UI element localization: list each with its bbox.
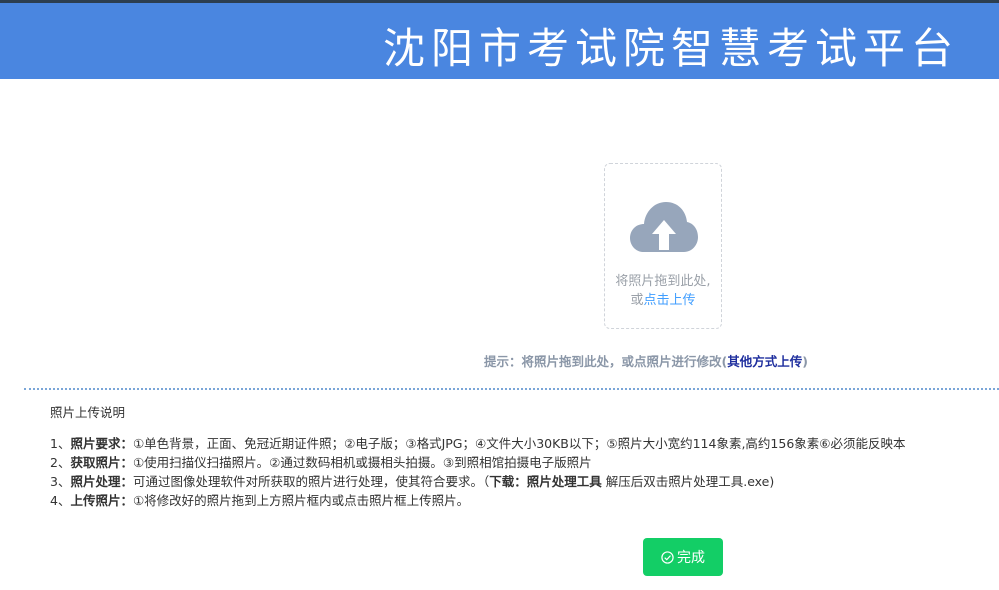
item-label: 上传照片： (70, 493, 133, 508)
item-number: 1、 (50, 436, 71, 451)
finish-button[interactable]: 完成 (643, 538, 723, 576)
item-text: 可通过图像处理软件对所获取的照片进行处理，使其符合要求。（ (132, 474, 490, 489)
item-label: 照片处理： (70, 474, 133, 489)
section-divider (24, 388, 999, 390)
instruction-item: 2、获取照片：①使用扫描仪扫描照片。②通过数码相机或摄相头拍摄。③到照相馆拍摄电… (50, 453, 906, 472)
item-number: 2、 (50, 455, 71, 470)
cloud-upload-icon (630, 202, 698, 252)
click-upload-link[interactable]: 点击上传 (644, 293, 696, 308)
item-text: ①使用扫描仪扫描照片。②通过数码相机或摄相头拍摄。③到照相馆拍摄电子版照片 (132, 455, 592, 470)
instruction-item: 3、照片处理：可通过图像处理软件对所获取的照片进行处理，使其符合要求。（下载：照… (50, 472, 906, 491)
drop-instructions: 将照片拖到此处, 或点击上传 (605, 272, 721, 310)
upload-hint: 提示：将照片拖到此处，或点照片进行修改(其他方式上传) (484, 351, 808, 370)
drop-text-line1: 将照片拖到此处, (615, 274, 711, 289)
item-number: 3、 (50, 474, 71, 489)
hint-text: 提示：将照片拖到此处，或点照片进行修改( (484, 354, 728, 369)
item-label: 获取照片： (70, 455, 133, 470)
drop-text-prefix: 或 (630, 293, 644, 308)
instructions-title: 照片上传说明 (50, 405, 126, 420)
instruction-item: 4、上传照片：①将修改好的照片拖到上方照片框内或点击照片框上传照片。 (50, 491, 906, 510)
instructions-list: 1、照片要求：①单色背景，正面、免冠近期证件照；②电子版；③格式JPG；④文件大… (50, 434, 906, 510)
finish-button-label: 完成 (677, 550, 705, 566)
instruction-item: 1、照片要求：①单色背景，正面、免冠近期证件照；②电子版；③格式JPG；④文件大… (50, 434, 906, 453)
page-title: 沈阳市考试院智慧考试平台 (382, 24, 959, 73)
header-banner: 沈阳市考试院智慧考试平台 (0, 3, 999, 79)
item-text: ①将修改好的照片拖到上方照片框内或点击照片框上传照片。 (132, 493, 470, 508)
photo-upload-dropzone[interactable]: 将照片拖到此处, 或点击上传 (604, 163, 722, 329)
other-upload-methods-link[interactable]: 其他方式上传 (727, 354, 802, 369)
item-text: ①单色背景，正面、免冠近期证件照；②电子版；③格式JPG；④文件大小30KB以下… (132, 436, 906, 451)
download-tool-link[interactable]: 下载：照片处理工具 (489, 474, 602, 489)
hint-close-paren: ) (802, 354, 808, 369)
item-number: 4、 (50, 493, 71, 508)
item-text-suffix: 解压后双击照片处理工具.exe) (601, 474, 775, 489)
item-label: 照片要求： (70, 436, 133, 451)
check-circle-icon (661, 550, 674, 564)
